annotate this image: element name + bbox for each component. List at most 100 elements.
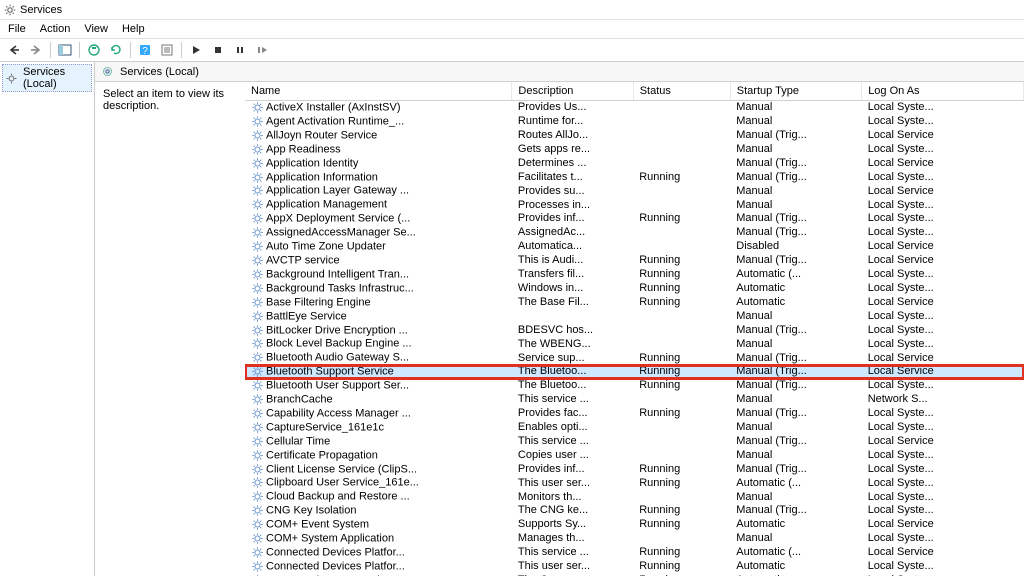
column-header-description[interactable]: Description xyxy=(512,82,633,101)
service-row[interactable]: Background Intelligent Tran...Transfers … xyxy=(245,268,1024,282)
back-button[interactable] xyxy=(4,40,24,60)
column-header-name[interactable]: Name xyxy=(245,82,512,101)
column-header-startup[interactable]: Startup Type xyxy=(730,82,861,101)
service-logon-cell: Local Syste... xyxy=(862,379,1024,393)
service-row[interactable]: Clipboard User Service_161e...This user … xyxy=(245,476,1024,490)
service-row[interactable]: COM+ Event SystemSupports Sy...RunningAu… xyxy=(245,518,1024,532)
show-hide-tree-button[interactable] xyxy=(55,40,75,60)
service-name: BattlEye Service xyxy=(266,310,347,322)
service-name-cell: Application Identity xyxy=(245,157,512,171)
stop-service-button[interactable] xyxy=(208,40,228,60)
menu-help[interactable]: Help xyxy=(122,23,145,35)
menu-view[interactable]: View xyxy=(84,23,108,35)
service-row[interactable]: BranchCacheThis service ...ManualNetwork… xyxy=(245,393,1024,407)
service-row[interactable]: Application Layer Gateway ...Provides su… xyxy=(245,184,1024,198)
service-row[interactable]: BattlEye ServiceManualLocal Syste... xyxy=(245,310,1024,324)
service-row[interactable]: Connected Devices Platfor...This user se… xyxy=(245,560,1024,574)
service-desc-cell: The Base Fil... xyxy=(512,296,633,310)
service-startup-cell: Manual xyxy=(730,337,861,351)
service-row[interactable]: AllJoyn Router ServiceRoutes AllJo...Man… xyxy=(245,129,1024,143)
service-row[interactable]: AVCTP serviceThis is Audi...RunningManua… xyxy=(245,254,1024,268)
refresh-button[interactable] xyxy=(106,40,126,60)
service-status-cell: Running xyxy=(633,282,730,296)
forward-button[interactable] xyxy=(26,40,46,60)
service-logon-cell: Local Syste... xyxy=(862,337,1024,351)
service-row[interactable]: Certificate PropagationCopies user ...Ma… xyxy=(245,449,1024,463)
service-row[interactable]: Connected Devices Platfor...This service… xyxy=(245,546,1024,560)
service-row[interactable]: Bluetooth Support ServiceThe Bluetoo...R… xyxy=(245,365,1024,379)
export-list-button[interactable] xyxy=(84,40,104,60)
service-row[interactable]: AppX Deployment Service (...Provides inf… xyxy=(245,212,1024,226)
service-startup-cell: Manual (Trig... xyxy=(730,379,861,393)
service-row[interactable]: Client License Service (ClipS...Provides… xyxy=(245,463,1024,477)
service-row[interactable]: Auto Time Zone UpdaterAutomatica...Disab… xyxy=(245,240,1024,254)
service-row[interactable]: COM+ System ApplicationManages th...Manu… xyxy=(245,532,1024,546)
services-list[interactable]: Name Description Status Startup Type Log… xyxy=(245,82,1024,576)
gear-icon xyxy=(251,421,264,434)
service-name: BitLocker Drive Encryption ... xyxy=(266,324,408,336)
service-row[interactable]: CaptureService_161e1cEnables opti...Manu… xyxy=(245,421,1024,435)
column-header-logon[interactable]: Log On As xyxy=(862,82,1024,101)
tree-item-label: Services (Local) xyxy=(23,66,89,90)
service-row[interactable]: Base Filtering EngineThe Base Fil...Runn… xyxy=(245,296,1024,310)
column-header-status[interactable]: Status xyxy=(633,82,730,101)
service-status-cell: Running xyxy=(633,560,730,574)
service-status-cell xyxy=(633,449,730,463)
properties-button[interactable] xyxy=(157,40,177,60)
service-row[interactable]: Agent Activation Runtime_...Runtime for.… xyxy=(245,115,1024,129)
service-startup-cell: Disabled xyxy=(730,240,861,254)
service-logon-cell: Local Service xyxy=(862,435,1024,449)
service-name: Application Layer Gateway ... xyxy=(266,185,409,197)
service-row[interactable]: Background Tasks Infrastruc...Windows in… xyxy=(245,282,1024,296)
restart-service-button[interactable] xyxy=(252,40,272,60)
service-logon-cell: Local Syste... xyxy=(862,198,1024,212)
service-name-cell: Connected Devices Platfor... xyxy=(245,560,512,574)
service-logon-cell: Local Service xyxy=(862,254,1024,268)
service-row[interactable]: BitLocker Drive Encryption ...BDESVC hos… xyxy=(245,324,1024,338)
service-status-cell xyxy=(633,129,730,143)
service-name-cell: BattlEye Service xyxy=(245,310,512,324)
service-startup-cell: Manual (Trig... xyxy=(730,254,861,268)
service-name-cell: AVCTP service xyxy=(245,254,512,268)
service-row[interactable]: Block Level Backup Engine ...The WBENG..… xyxy=(245,337,1024,351)
service-row[interactable]: Bluetooth Audio Gateway S...Service sup.… xyxy=(245,351,1024,365)
services-gear-icon xyxy=(4,4,16,16)
toolbar-separator xyxy=(181,42,182,58)
service-startup-cell: Automatic (... xyxy=(730,476,861,490)
service-name: Cellular Time xyxy=(266,435,330,447)
service-row[interactable]: Bluetooth User Support Ser...The Bluetoo… xyxy=(245,379,1024,393)
service-row[interactable]: AssignedAccessManager Se...AssignedAc...… xyxy=(245,226,1024,240)
pause-service-button[interactable] xyxy=(230,40,250,60)
service-startup-cell: Manual xyxy=(730,198,861,212)
tree-item-services-local[interactable]: Services (Local) xyxy=(2,64,92,92)
service-startup-cell: Manual (Trig... xyxy=(730,226,861,240)
service-status-cell xyxy=(633,198,730,212)
service-row[interactable]: Cellular TimeThis service ...Manual (Tri… xyxy=(245,435,1024,449)
service-status-cell: Running xyxy=(633,365,730,379)
service-desc-cell: This is Audi... xyxy=(512,254,633,268)
service-logon-cell: Local Syste... xyxy=(862,171,1024,185)
service-row[interactable]: CNG Key IsolationThe CNG ke...RunningMan… xyxy=(245,504,1024,518)
service-status-cell: Running xyxy=(633,463,730,477)
service-row[interactable]: Application ManagementProcesses in...Man… xyxy=(245,198,1024,212)
menu-file[interactable]: File xyxy=(8,23,26,35)
service-name-cell: AssignedAccessManager Se... xyxy=(245,226,512,240)
service-startup-cell: Manual (Trig... xyxy=(730,324,861,338)
help-button[interactable]: ? xyxy=(135,40,155,60)
service-row[interactable]: Application InformationFacilitates t...R… xyxy=(245,171,1024,185)
service-row[interactable]: Application IdentityDetermines ...Manual… xyxy=(245,157,1024,171)
gear-icon xyxy=(251,463,264,476)
service-row[interactable]: Capability Access Manager ...Provides fa… xyxy=(245,407,1024,421)
console-tree[interactable]: Services (Local) xyxy=(0,62,95,576)
menu-action[interactable]: Action xyxy=(40,23,71,35)
service-name: COM+ Event System xyxy=(266,519,369,531)
service-status-cell: Running xyxy=(633,504,730,518)
service-row[interactable]: ActiveX Installer (AxInstSV)Provides Us.… xyxy=(245,101,1024,115)
window-title: Services xyxy=(20,4,62,16)
service-startup-cell: Manual (Trig... xyxy=(730,463,861,477)
service-status-cell xyxy=(633,532,730,546)
gear-icon xyxy=(251,198,264,211)
service-row[interactable]: Cloud Backup and Restore ...Monitors th.… xyxy=(245,490,1024,504)
service-row[interactable]: App ReadinessGets apps re...ManualLocal … xyxy=(245,143,1024,157)
start-service-button[interactable] xyxy=(186,40,206,60)
